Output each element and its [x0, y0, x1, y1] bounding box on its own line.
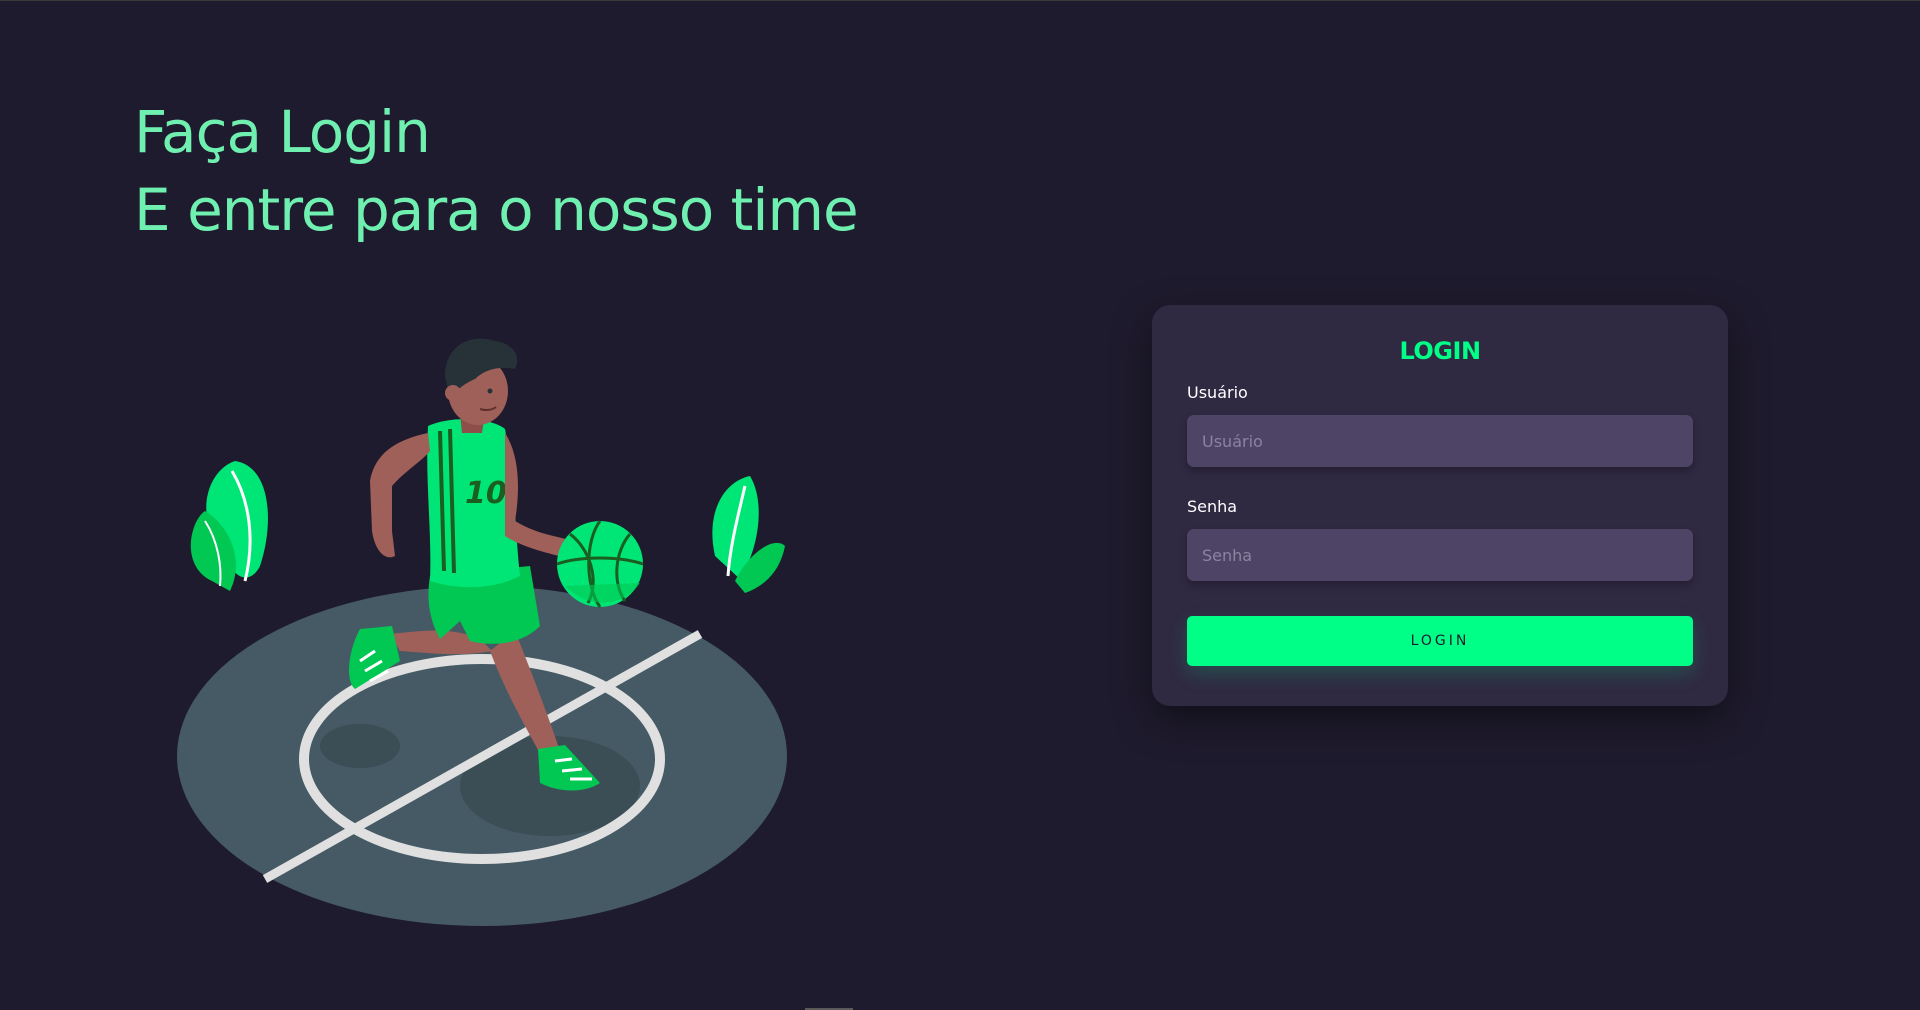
- username-label: Usuário: [1187, 383, 1248, 402]
- hero-headline: Faça Login E entre para o nosso time: [134, 93, 859, 249]
- username-input[interactable]: [1187, 415, 1693, 467]
- login-page: Faça Login E entre para o nosso time 10 …: [0, 0, 1920, 1010]
- password-input[interactable]: [1187, 529, 1693, 581]
- hero-title-line2: E entre para o nosso time: [134, 176, 859, 244]
- basketball-icon: [556, 520, 644, 608]
- hero-title-line1: Faça Login: [134, 98, 431, 166]
- login-button[interactable]: LOGIN: [1187, 616, 1693, 666]
- login-title: LOGIN: [1399, 337, 1481, 365]
- password-label: Senha: [1187, 497, 1238, 516]
- jersey-number: 10: [465, 476, 507, 511]
- basketball-player-illustration: 10: [160, 321, 810, 941]
- leaf-icon: [712, 476, 785, 593]
- leaf-icon: [190, 461, 268, 591]
- login-card: LOGIN Usuário Senha LOGIN: [1152, 305, 1728, 706]
